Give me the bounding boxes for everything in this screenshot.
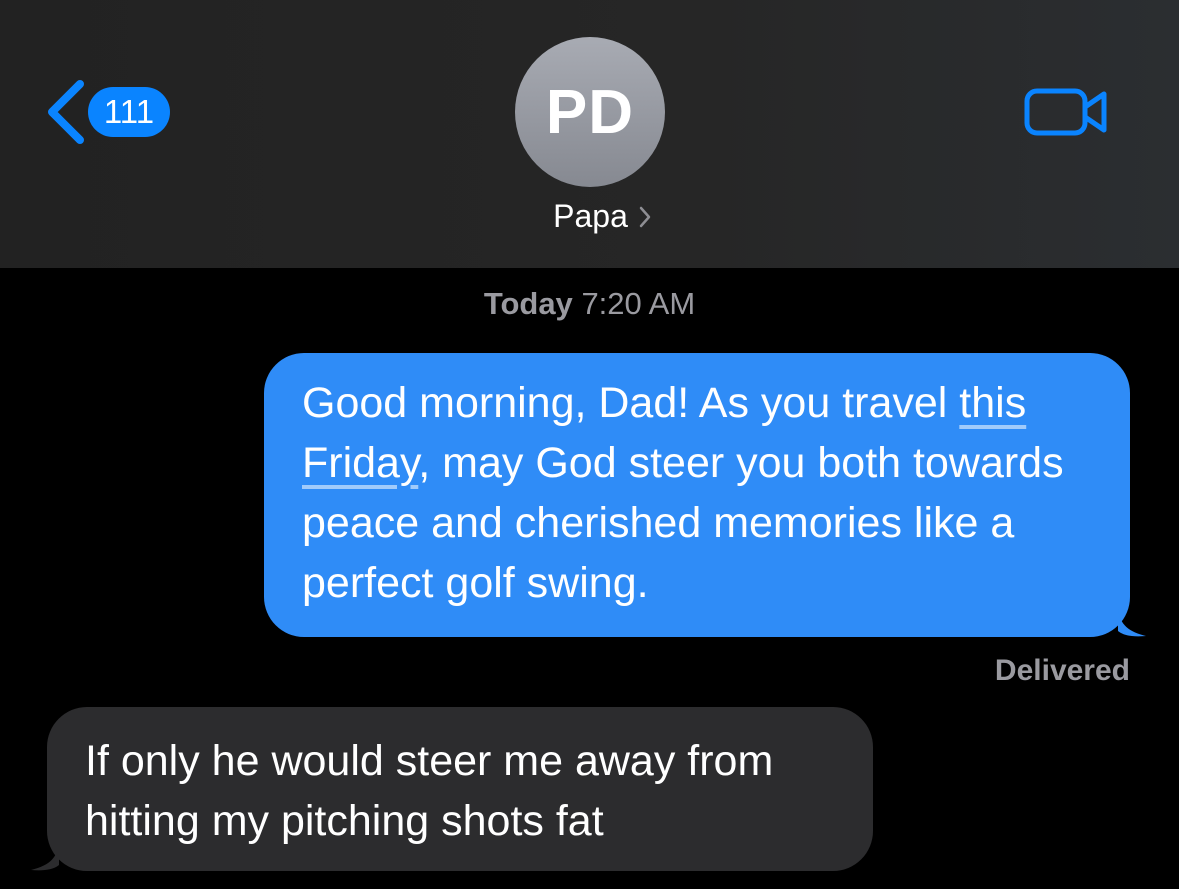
timestamp-time: 7:20 AM <box>581 286 696 321</box>
message-timestamp: Today 7:20 AM <box>0 286 1179 322</box>
incoming-message-bubble[interactable]: If only he would steer me away from hitt… <box>31 707 873 871</box>
messages-screen: 111 PD Papa Today 7:20 AM Good morning, … <box>0 0 1179 889</box>
incoming-message-text: If only he would steer me away from hitt… <box>85 737 774 845</box>
contact-avatar[interactable]: PD <box>515 37 665 187</box>
chevron-right-icon <box>639 206 651 227</box>
delivery-status: Delivered <box>994 654 1130 687</box>
avatar-initials: PD <box>545 77 635 147</box>
contact-name-button[interactable]: Papa <box>0 198 1179 235</box>
timestamp-day: Today <box>483 286 573 321</box>
bubble-tail <box>1118 609 1146 637</box>
bubble-tail <box>31 843 59 871</box>
outgoing-message-bubble[interactable]: Good morning, Dad! As you travel this Fr… <box>264 353 1146 637</box>
unread-count-badge: 111 <box>88 87 170 137</box>
back-button[interactable]: 111 <box>44 80 170 144</box>
outgoing-message-text-start: Good morning, Dad! As you travel <box>302 379 960 427</box>
video-camera-icon <box>1024 88 1107 136</box>
video-call-button[interactable] <box>1024 85 1110 137</box>
contact-name: Papa <box>553 198 628 234</box>
chevron-left-icon <box>48 80 84 144</box>
conversation-header: 111 PD Papa <box>0 0 1179 268</box>
